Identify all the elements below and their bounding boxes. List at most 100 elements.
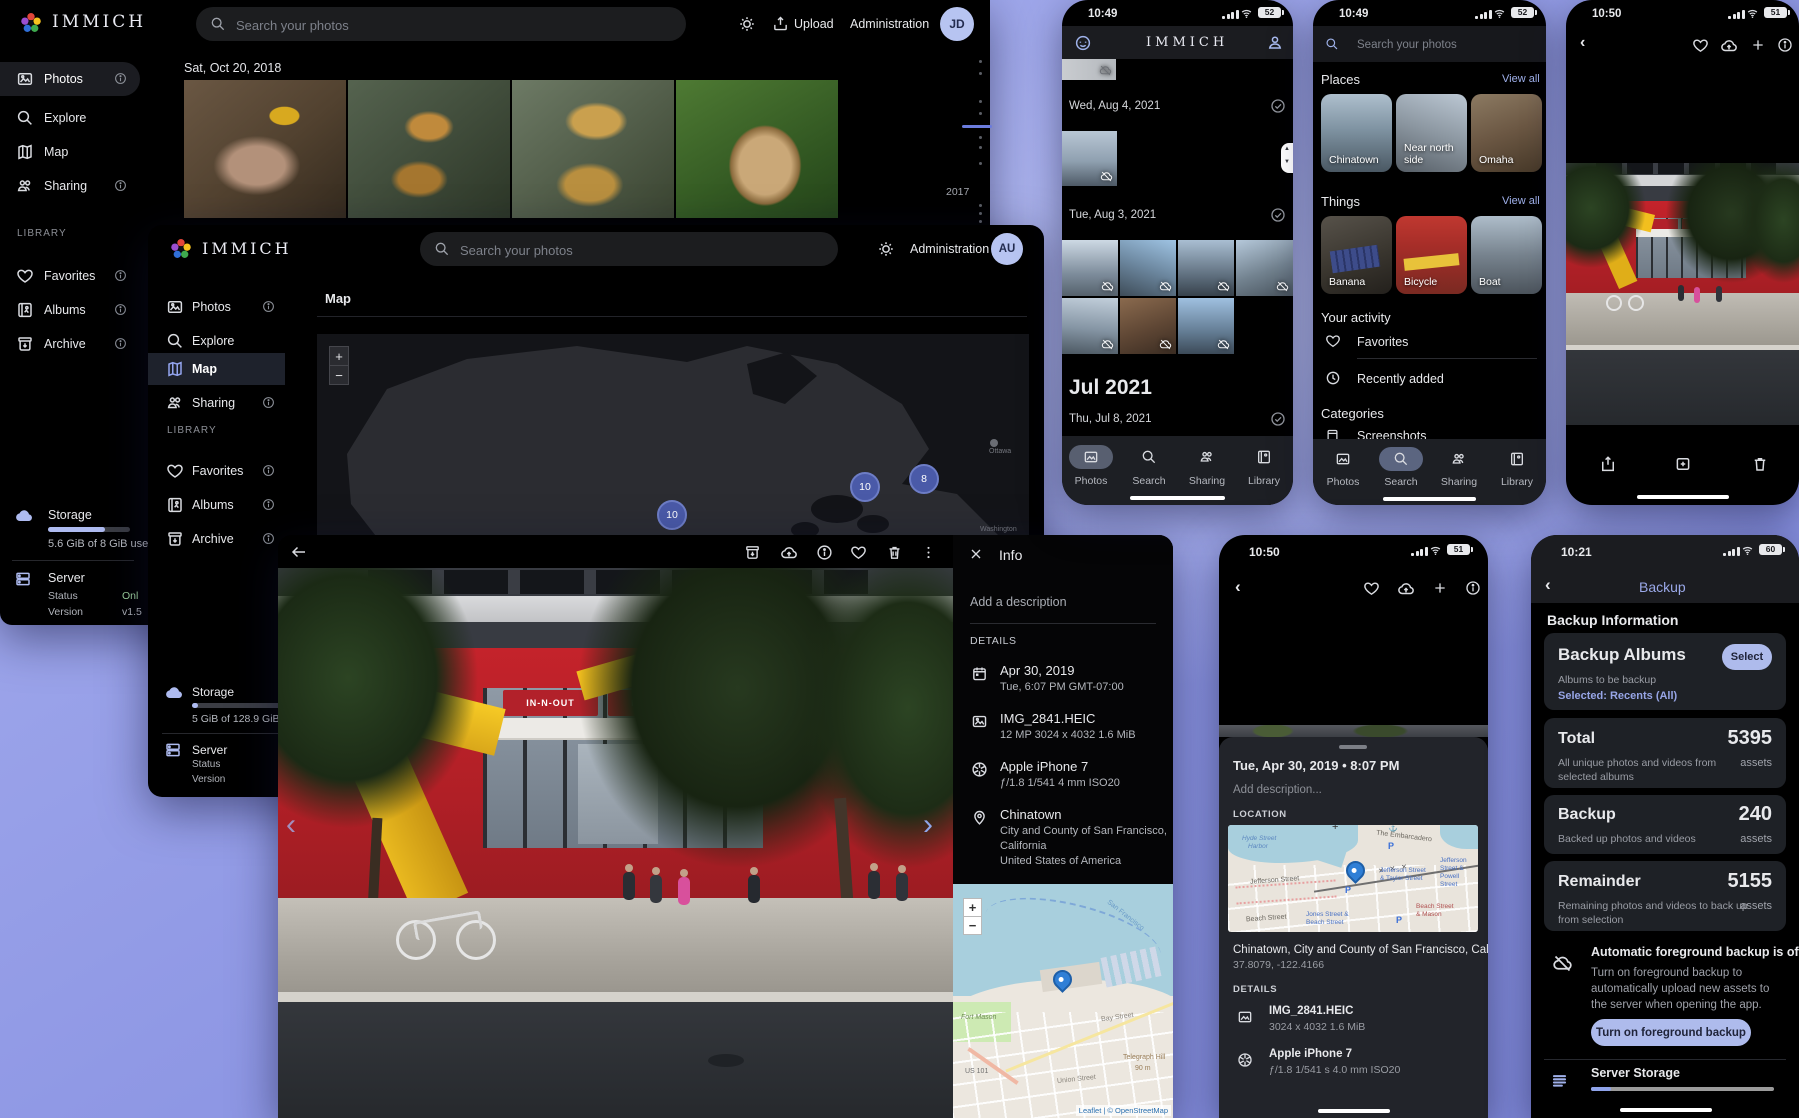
add-to-album-plus-icon[interactable] — [1750, 37, 1766, 53]
sidebar-item-sharing[interactable]: Sharing — [148, 389, 285, 419]
location-name[interactable]: Chinatown — [1000, 807, 1061, 822]
place-card-omaha[interactable]: Omaha — [1471, 94, 1542, 172]
select-all-check-icon[interactable] — [1270, 411, 1286, 427]
home-indicator[interactable] — [1318, 1109, 1390, 1113]
next-photo-chevron[interactable]: › — [923, 808, 933, 842]
photo-thumbnail[interactable] — [1120, 240, 1176, 296]
photo-thumbnail-basket[interactable] — [676, 80, 838, 218]
map-point-marker[interactable] — [990, 439, 998, 447]
photo-thumbnail-mushroom-1[interactable] — [184, 80, 346, 218]
administration-link[interactable]: Administration — [850, 17, 929, 31]
archive-plus-icon[interactable] — [1674, 455, 1692, 473]
search-input[interactable] — [234, 7, 606, 43]
cloud-upload-icon[interactable] — [780, 544, 798, 562]
select-all-check-icon[interactable] — [1270, 98, 1286, 114]
theme-toggle-sun-icon[interactable] — [738, 15, 756, 33]
photo-content[interactable] — [1566, 163, 1799, 425]
back-chevron[interactable]: ‹ — [1235, 577, 1241, 597]
places-view-all-link[interactable]: View all — [1502, 73, 1540, 85]
activity-recently-added-item[interactable]: Recently added — [1357, 372, 1444, 386]
location-place-text[interactable]: Chinatown, City and County of San Franci… — [1233, 944, 1488, 956]
map-cluster-marker[interactable]: 8 — [909, 464, 939, 494]
thing-card-banana[interactable]: Banana — [1321, 216, 1392, 294]
thing-card-boat[interactable]: Boat — [1471, 216, 1542, 294]
photo-thumbnail[interactable] — [1062, 240, 1118, 296]
archive-icon[interactable] — [744, 544, 761, 561]
sidebar-item-sharing[interactable]: Sharing — [0, 172, 140, 202]
home-indicator[interactable] — [1383, 497, 1476, 501]
search-placeholder[interactable]: Search your photos — [1357, 39, 1457, 51]
add-description-field[interactable]: Add a description — [970, 595, 1067, 609]
map-attribution[interactable]: Leaflet | © OpenStreetMap — [1076, 1105, 1171, 1116]
trash-icon[interactable] — [1751, 455, 1769, 473]
location-map[interactable]: ✕ ✕ ✕ Hyde Street Harbor The Embarcadero… — [1228, 825, 1478, 932]
more-options-icon[interactable] — [920, 544, 937, 561]
photo-viewer[interactable]: IN-N-OUT IN-N-OUT ‹ › — [278, 568, 953, 1118]
map-cluster-marker[interactable]: 10 — [850, 472, 880, 502]
select-all-check-icon[interactable] — [1270, 207, 1286, 223]
place-card-near-north-side[interactable]: Near north side — [1396, 94, 1467, 172]
sidebar-item-explore[interactable]: Explore — [0, 104, 140, 134]
sidebar-item-archive[interactable]: Archive — [148, 525, 285, 555]
back-arrow-icon[interactable] — [290, 543, 308, 561]
photo-thumbnail-mushroom-2[interactable] — [348, 80, 510, 218]
map-cluster-marker[interactable]: 10 — [657, 500, 687, 530]
profile-cloud-icon[interactable] — [1266, 33, 1284, 51]
sheet-drag-handle[interactable] — [1339, 745, 1367, 749]
info-icon[interactable] — [1465, 580, 1481, 596]
sidebar-item-photos[interactable]: Photos — [0, 62, 140, 96]
photo-thumbnail[interactable] — [1062, 131, 1117, 186]
face-avatar-icon[interactable] — [1074, 34, 1092, 52]
map-zoom-in-button[interactable]: + — [329, 346, 349, 366]
thing-card-bicycle[interactable]: Bicycle — [1396, 216, 1467, 294]
sidebar-item-favorites[interactable]: Favorites — [148, 457, 285, 487]
trash-icon[interactable] — [886, 544, 903, 561]
photo-thumbnail[interactable] — [1178, 240, 1234, 296]
back-chevron[interactable]: ‹ — [1545, 575, 1551, 595]
photo-thumbnail-partial[interactable] — [1062, 59, 1116, 80]
previous-photo-chevron[interactable]: ‹ — [286, 808, 296, 842]
activity-favorites-item[interactable]: Favorites — [1357, 335, 1408, 349]
info-icon[interactable] — [1777, 37, 1793, 53]
photo-thumbnail[interactable] — [1062, 298, 1118, 354]
map-zoom-out-button[interactable]: − — [963, 916, 982, 935]
search-bar[interactable] — [420, 232, 838, 266]
add-description-field[interactable]: Add description... — [1233, 784, 1322, 796]
photo-strip-partial[interactable] — [1219, 725, 1488, 737]
avatar[interactable]: JD — [940, 7, 974, 41]
map-zoom-in-button[interactable]: + — [963, 898, 982, 917]
home-indicator[interactable] — [1620, 1108, 1712, 1112]
photo-thumbnail[interactable] — [1178, 298, 1234, 354]
add-to-album-plus-icon[interactable] — [1432, 580, 1448, 596]
mobile-search-bar[interactable]: Search your photos — [1313, 26, 1546, 62]
things-view-all-link[interactable]: View all — [1502, 195, 1540, 207]
cloud-upload-icon[interactable] — [1397, 580, 1415, 598]
search-input[interactable] — [458, 232, 776, 268]
avatar[interactable]: AU — [991, 233, 1023, 265]
share-icon[interactable] — [1599, 455, 1617, 473]
favorite-heart-icon[interactable] — [1692, 37, 1709, 54]
close-icon[interactable] — [968, 546, 984, 562]
sidebar-item-archive[interactable]: Archive — [0, 330, 140, 360]
location-mini-map[interactable]: Fort Mason US 101 Bay Street Union Stree… — [953, 884, 1173, 1118]
place-card-chinatown[interactable]: Chinatown — [1321, 94, 1392, 172]
info-icon[interactable] — [816, 544, 833, 561]
sidebar-item-map[interactable]: Map — [0, 138, 140, 168]
favorite-heart-icon[interactable] — [850, 544, 867, 561]
select-albums-button[interactable]: Select — [1722, 644, 1772, 670]
home-indicator[interactable] — [1637, 495, 1729, 499]
sidebar-item-albums[interactable]: Albums — [148, 491, 285, 521]
timeline-scrollbar-thumb[interactable]: ▲▼ — [1281, 143, 1293, 173]
photo-thumbnail[interactable] — [1120, 298, 1176, 354]
sidebar-item-albums[interactable]: Albums — [0, 296, 140, 326]
sidebar-item-map-selected[interactable]: Map — [148, 353, 285, 385]
favorite-heart-icon[interactable] — [1363, 580, 1380, 597]
photo-thumbnail[interactable] — [1236, 240, 1293, 296]
search-bar[interactable] — [196, 7, 686, 41]
turn-on-foreground-backup-button[interactable]: Turn on foreground backup — [1591, 1019, 1751, 1046]
administration-link[interactable]: Administration — [910, 242, 989, 256]
map-zoom-out-button[interactable]: − — [329, 365, 349, 385]
theme-toggle-sun-icon[interactable] — [877, 240, 895, 258]
sidebar-item-favorites[interactable]: Favorites — [0, 262, 140, 292]
scrubber-position-indicator[interactable] — [962, 125, 992, 128]
